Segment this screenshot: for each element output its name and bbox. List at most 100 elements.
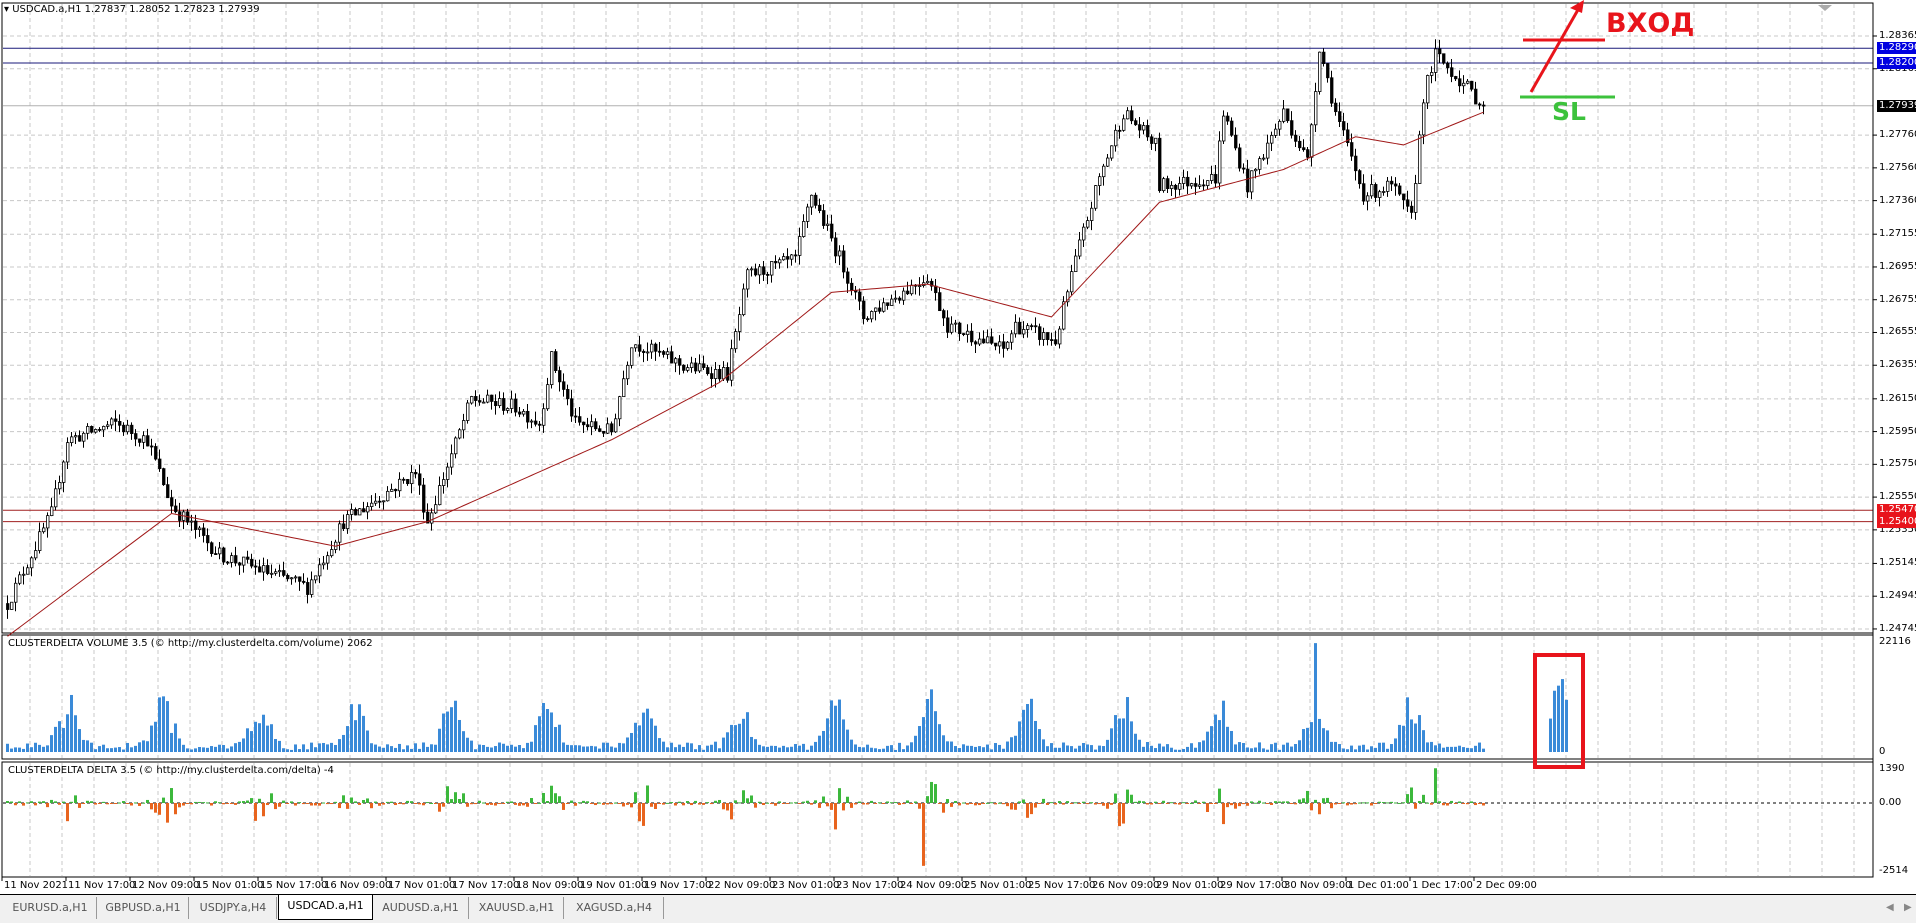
candle-bearish: [766, 274, 770, 276]
delta-bar: [346, 803, 349, 809]
candle-bullish: [614, 418, 618, 433]
volume-bar: [722, 737, 725, 752]
candle-bullish: [978, 338, 982, 345]
candle-bullish: [778, 259, 782, 264]
time-tick-label: 11 Nov 2021: [4, 880, 69, 891]
symbol-info[interactable]: ▾ USDCAD.a,H1 1.27837 1.28052 1.27823 1.…: [4, 4, 260, 16]
scroll-left-icon[interactable]: ◀: [1886, 902, 1894, 913]
volume-bar: [18, 747, 21, 752]
candle-bearish: [118, 420, 122, 426]
chart-tab-eurusd-a-h1[interactable]: EURUSD.a,H1: [4, 897, 97, 919]
volume-bar: [1218, 720, 1221, 752]
volume-bar: [1138, 739, 1141, 752]
chart-tab-audusd-a-h1[interactable]: AUDUSD.a,H1: [373, 897, 469, 919]
candle-bearish: [1362, 183, 1366, 202]
candle-bearish: [286, 574, 290, 580]
candle-bullish: [438, 485, 442, 506]
chart-tab-xauusd-a-h1[interactable]: XAUUSD.a,H1: [470, 897, 564, 919]
delta-bar: [558, 796, 561, 803]
volume-bar: [662, 741, 665, 752]
delta-bar: [410, 801, 413, 803]
candle-bearish: [1402, 193, 1406, 201]
volume-bar: [170, 732, 173, 752]
delta-bar: [838, 788, 841, 803]
candle-bearish: [162, 468, 166, 486]
candle-bearish: [642, 350, 646, 353]
delta-bar: [586, 801, 589, 803]
candle-bullish: [510, 398, 514, 409]
volume-min-label: 0: [1879, 746, 1886, 757]
volume-bar: [850, 739, 853, 752]
volume-bar: [1430, 741, 1433, 752]
delta-bar: [1030, 803, 1033, 815]
delta-bar: [126, 803, 129, 804]
candle-bullish: [1086, 220, 1090, 228]
candle-bullish: [1154, 137, 1158, 144]
delta-bar: [922, 803, 925, 866]
delta-bar: [222, 803, 225, 805]
delta-bar: [374, 801, 377, 803]
volume-bar: [818, 735, 821, 752]
candle-bullish: [954, 322, 958, 325]
scroll-right-icon[interactable]: ▶: [1904, 902, 1912, 913]
volume-bar: [1314, 643, 1317, 752]
delta-bar: [10, 801, 13, 803]
candle-bullish: [50, 506, 54, 517]
delta-bar: [710, 803, 713, 805]
chart-tab-xagusd-a-h4[interactable]: XAGUSD.a,H4: [565, 897, 664, 919]
candle-bullish: [810, 194, 814, 208]
volume-bar: [1026, 704, 1029, 752]
delta-bar: [910, 803, 913, 804]
delta-bar: [1362, 802, 1365, 804]
delta-bar: [1042, 798, 1045, 803]
chart-tab-usdcad-a-h1[interactable]: USDCAD.a,H1: [278, 895, 373, 920]
chart-tab-usdjpy-a-h4[interactable]: USDJPY.a,H4: [190, 897, 277, 919]
candle-bullish: [430, 512, 434, 524]
volume-bar: [542, 702, 545, 752]
time-tick-label: 29 Nov 01:00: [1156, 880, 1224, 891]
delta-bar: [1034, 803, 1037, 808]
delta-bar: [302, 803, 305, 805]
volume-bar: [658, 738, 661, 752]
chart-canvas[interactable]: [0, 0, 1916, 922]
candle-bullish: [1190, 183, 1194, 187]
delta-bar: [38, 801, 41, 803]
collapse-triangle-icon[interactable]: ▾: [4, 4, 9, 15]
delta-bar: [170, 788, 173, 803]
delta-bar: [674, 803, 677, 806]
delta-bar: [454, 792, 457, 803]
delta-bar: [482, 802, 485, 804]
volume-bar: [1114, 715, 1117, 752]
candle-bearish: [1194, 183, 1198, 187]
candle-bearish: [98, 429, 102, 431]
volume-bar: [1078, 745, 1081, 752]
candle-bullish: [242, 556, 246, 566]
candle-bullish: [54, 488, 58, 508]
price-tick-label: 1.25750: [1879, 458, 1916, 470]
delta-bar: [570, 800, 573, 803]
chart-tab-gbpusd-a-h1[interactable]: GBPUSD.a,H1: [98, 897, 189, 919]
candle-bullish: [1434, 48, 1438, 73]
delta-bar: [1122, 803, 1125, 824]
candle-bearish: [158, 458, 162, 470]
volume-bar: [430, 744, 433, 752]
volume-bar: [530, 741, 533, 752]
volume-bar: [1382, 742, 1385, 752]
entry-annotation-label: ВХОД: [1606, 8, 1695, 39]
delta-bar: [1278, 801, 1281, 803]
delta-bar: [1358, 802, 1361, 804]
delta-bar: [814, 800, 817, 803]
candle-bearish: [1290, 120, 1294, 136]
volume-bar: [1350, 745, 1353, 752]
candle-bearish: [710, 373, 714, 379]
volume-bar: [934, 711, 937, 752]
delta-bar: [1290, 803, 1293, 805]
candle-bearish: [562, 381, 566, 390]
candle-bullish: [1310, 124, 1314, 158]
delta-bar: [990, 802, 993, 804]
volume-bar: [1146, 742, 1149, 752]
candle-bullish: [466, 402, 470, 421]
delta-bar: [702, 803, 705, 805]
volume-bar: [42, 746, 45, 752]
volume-bar: [146, 741, 149, 752]
